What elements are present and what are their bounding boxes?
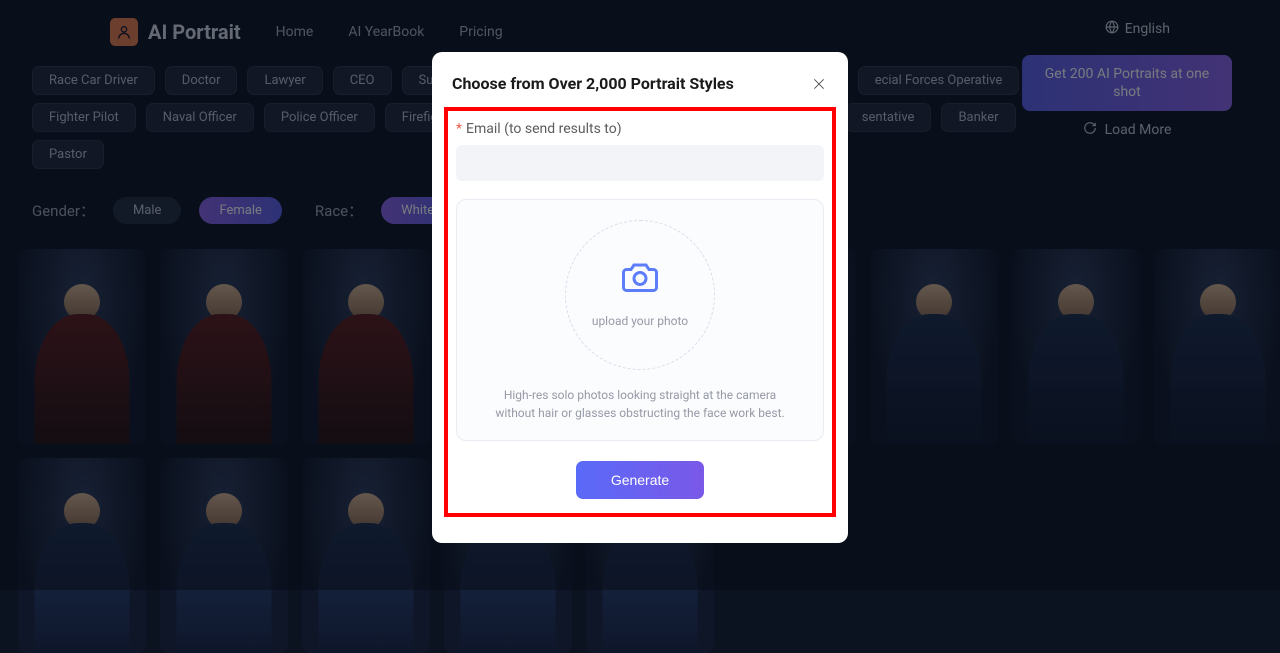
- upload-text: upload your photo: [592, 314, 688, 328]
- email-field[interactable]: [456, 145, 824, 181]
- close-icon[interactable]: [810, 75, 828, 93]
- highlighted-section: *Email (to send results to) upload your …: [444, 107, 836, 517]
- upload-box: upload your photo High-res solo photos l…: [456, 199, 824, 441]
- camera-icon: [622, 262, 658, 296]
- upload-dropzone[interactable]: upload your photo: [565, 220, 715, 370]
- modal-title: Choose from Over 2,000 Portrait Styles: [452, 74, 734, 93]
- generate-button[interactable]: Generate: [576, 461, 704, 499]
- upload-modal: Choose from Over 2,000 Portrait Styles *…: [432, 52, 848, 543]
- email-label: *Email (to send results to): [456, 121, 824, 137]
- upload-hint: High-res solo photos looking straight at…: [477, 386, 803, 422]
